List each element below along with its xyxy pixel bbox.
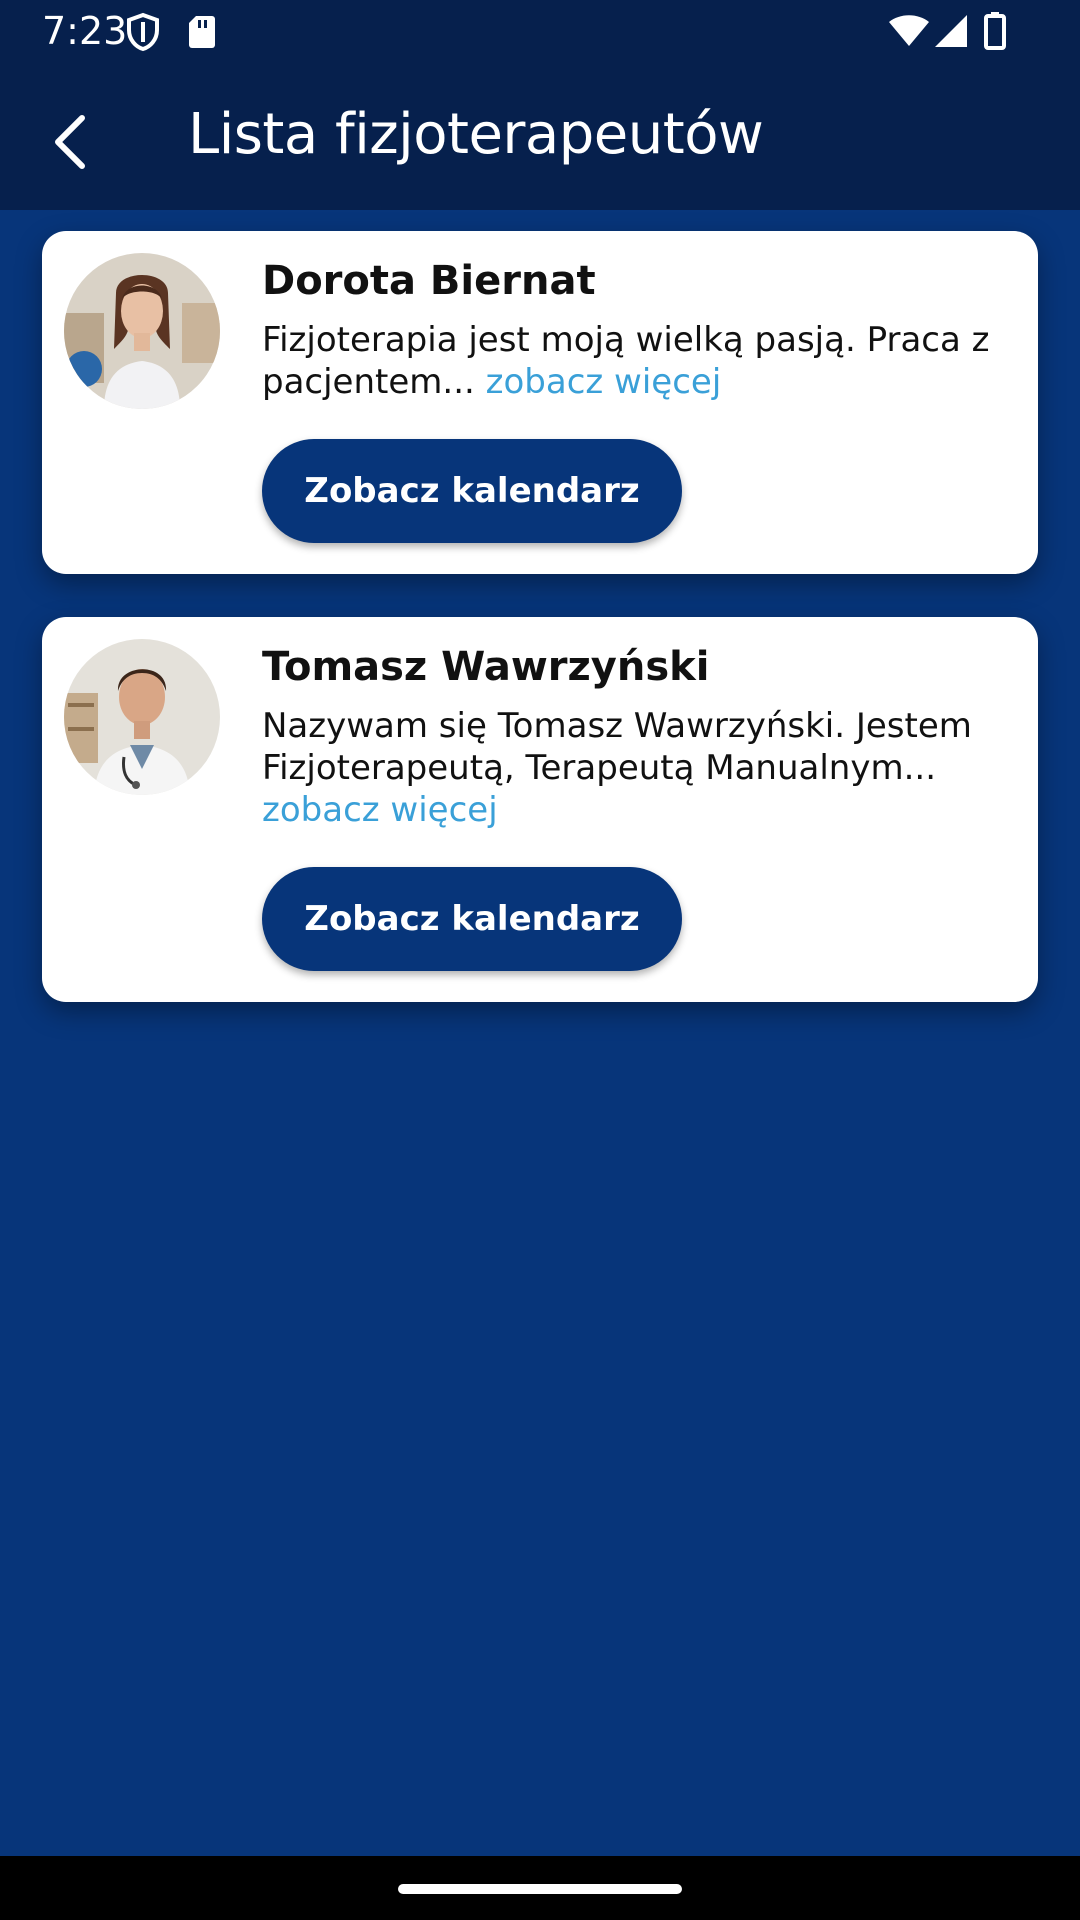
- see-more-link[interactable]: zobacz więcej: [486, 362, 722, 402]
- back-button[interactable]: [30, 102, 110, 182]
- therapist-card: Tomasz Wawrzyński Nazywam się Tomasz Waw…: [42, 617, 1038, 1002]
- avatar: [64, 639, 220, 795]
- therapist-name: Tomasz Wawrzyński: [262, 644, 710, 690]
- status-time: 7:23: [42, 9, 128, 53]
- arrow-back-icon: [55, 115, 85, 169]
- signal-icon: [934, 14, 968, 53]
- battery-icon: [984, 12, 1006, 55]
- wifi-icon: [888, 14, 930, 53]
- app-bar: Lista fizjoterapeutów: [0, 62, 1080, 210]
- avatar: [64, 253, 220, 409]
- therapist-description: Fizjoterapia jest moją wielką pasją. Pra…: [262, 319, 1002, 403]
- therapist-card: Dorota Biernat Fizjoterapia jest moją wi…: [42, 231, 1038, 574]
- home-indicator[interactable]: [398, 1884, 682, 1894]
- description-text: Nazywam się Tomasz Wawrzyński. Jestem Fi…: [262, 706, 972, 788]
- navigation-bar: [0, 1856, 1080, 1920]
- shield-icon: [126, 12, 160, 57]
- sd-card-icon: [188, 14, 216, 55]
- status-bar: 7:23: [0, 0, 1080, 62]
- see-more-link[interactable]: zobacz więcej: [262, 790, 498, 830]
- view-calendar-button[interactable]: Zobacz kalendarz: [262, 867, 682, 971]
- view-calendar-button[interactable]: Zobacz kalendarz: [262, 439, 682, 543]
- therapist-name: Dorota Biernat: [262, 258, 596, 304]
- page-title: Lista fizjoterapeutów: [188, 102, 764, 167]
- therapist-description: Nazywam się Tomasz Wawrzyński. Jestem Fi…: [262, 705, 1002, 831]
